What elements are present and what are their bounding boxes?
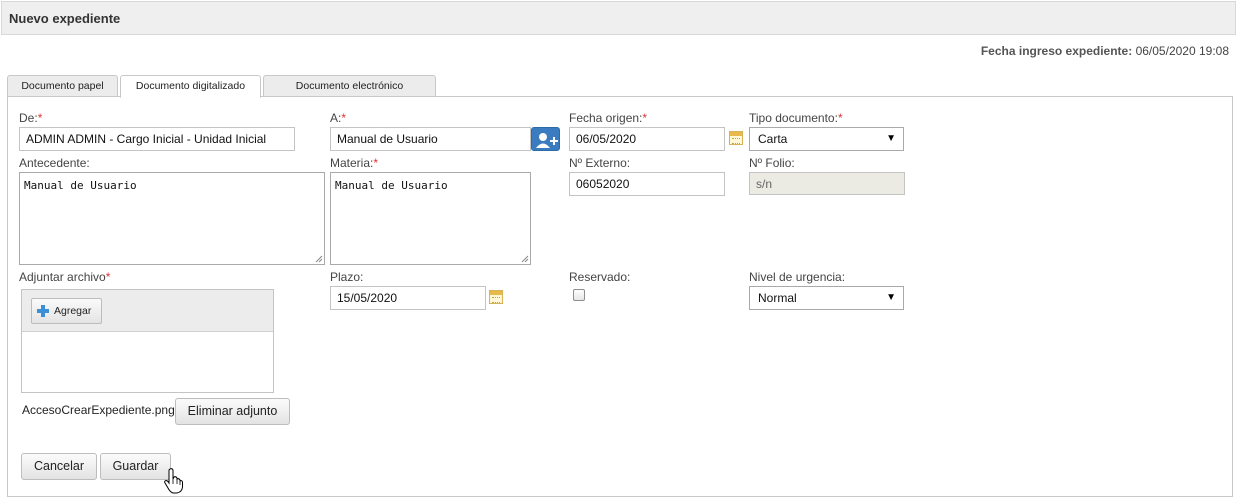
cancel-button[interactable]: Cancelar: [21, 453, 97, 480]
de-field[interactable]: ADMIN ADMIN - Cargo Inicial - Unidad Ini…: [19, 127, 295, 151]
reservado-label: Reservado:: [569, 270, 631, 284]
a-field[interactable]: Manual de Usuario: [330, 127, 531, 151]
adjuntar-label: Adjuntar archivo*: [19, 270, 111, 284]
eliminar-adjunto-button[interactable]: Eliminar adjunto: [175, 398, 290, 425]
tipo-documento-select[interactable]: Carta ▼: [749, 127, 904, 151]
fecha-ingreso-label: Fecha ingreso expediente:: [980, 44, 1133, 58]
a-label: A:*: [330, 111, 347, 125]
n-externo-field[interactable]: 06052020: [569, 172, 725, 196]
tipo-documento-value: Carta: [758, 132, 788, 146]
hand-pointer-icon: [164, 468, 183, 494]
materia-value: Manual de Usuario: [335, 179, 448, 192]
agregar-label: Agregar: [54, 305, 92, 317]
plus-icon: [37, 305, 49, 317]
n-folio-label: Nº Folio:: [749, 156, 795, 170]
plazo-field[interactable]: 15/05/2020: [330, 286, 486, 310]
n-folio-field: s/n: [749, 172, 905, 195]
attached-file-name: AccesoCrearExpediente.png: [22, 403, 175, 417]
nivel-urgencia-value: Normal: [758, 291, 797, 305]
fecha-ingreso-value: 06/05/2020 19:08: [1135, 44, 1229, 58]
de-label: De:*: [19, 111, 43, 125]
tipo-documento-label: Tipo documento:*: [749, 111, 843, 125]
resize-grip-icon[interactable]: [521, 255, 529, 263]
dropdown-arrow-icon: ▼: [886, 292, 896, 303]
antecedente-label: Antecedente:: [19, 156, 90, 170]
add-user-button[interactable]: [531, 127, 560, 151]
nivel-urgencia-select[interactable]: Normal ▼: [749, 286, 904, 310]
save-button[interactable]: Guardar: [100, 453, 171, 480]
fecha-origen-label: Fecha origen:*: [569, 111, 648, 125]
tab-documento-electronico[interactable]: Documento electrónico: [263, 75, 436, 97]
plazo-label: Plazo:: [330, 270, 364, 284]
calendar-icon[interactable]: [729, 131, 743, 145]
fecha-origen-field[interactable]: 06/05/2020: [569, 127, 725, 151]
reservado-checkbox[interactable]: [573, 289, 585, 301]
materia-label: Materia:*: [330, 156, 379, 170]
tab-documento-papel[interactable]: Documento papel: [7, 75, 118, 97]
header-bar: Nuevo expediente: [1, 1, 1236, 35]
form-panel: De:* ADMIN ADMIN - Cargo Inicial - Unida…: [7, 96, 1233, 497]
page-title: Nuevo expediente: [9, 11, 121, 26]
add-user-icon: [536, 133, 558, 148]
antecedente-textarea[interactable]: Manual de Usuario: [19, 172, 325, 265]
nivel-urgencia-label: Nivel de urgencia:: [749, 270, 846, 284]
tab-documento-digitalizado[interactable]: Documento digitalizado: [120, 75, 261, 98]
n-externo-label: Nº Externo:: [569, 156, 631, 170]
agregar-button[interactable]: Agregar: [31, 298, 102, 324]
dropdown-arrow-icon: ▼: [886, 133, 896, 144]
upload-box: Agregar: [21, 289, 274, 393]
resize-grip-icon[interactable]: [315, 255, 323, 263]
fecha-ingreso: Fecha ingreso expediente: 06/05/2020 19:…: [981, 44, 1229, 58]
upload-toolbar: Agregar: [22, 290, 273, 332]
calendar-icon[interactable]: [489, 290, 503, 304]
antecedente-value: Manual de Usuario: [24, 179, 137, 192]
materia-textarea[interactable]: Manual de Usuario: [330, 172, 531, 265]
